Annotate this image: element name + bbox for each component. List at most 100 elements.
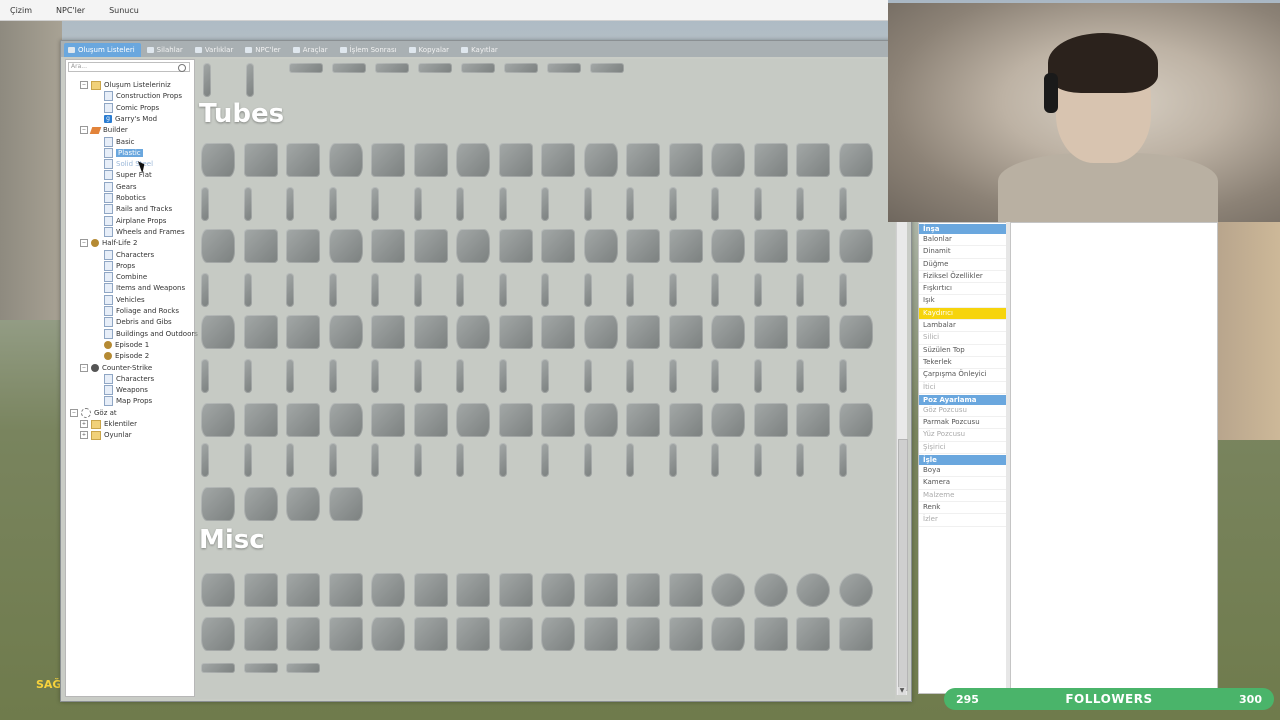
prop-thumbnail[interactable]	[201, 187, 209, 221]
collapse-icon[interactable]: −	[80, 126, 88, 135]
prop-thumbnail[interactable]	[838, 617, 873, 651]
collapse-icon[interactable]: −	[80, 81, 88, 89]
prop-thumbnail[interactable]	[328, 573, 363, 607]
prop-thumbnail[interactable]	[498, 573, 533, 607]
prop-thumbnail[interactable]	[711, 443, 719, 477]
tree-node[interactable]: − Builder	[80, 125, 128, 135]
prop-thumbnail[interactable]	[456, 403, 490, 437]
prop-thumbnail[interactable]	[203, 63, 211, 97]
prop-thumbnail[interactable]	[541, 273, 549, 307]
prop-thumbnail[interactable]	[498, 403, 533, 437]
prop-thumbnail[interactable]	[413, 187, 422, 221]
prop-thumbnail[interactable]	[328, 143, 363, 177]
prop-thumbnail[interactable]	[626, 573, 660, 607]
prop-thumbnail[interactable]	[456, 187, 464, 221]
tree-node[interactable]: Combine	[104, 272, 147, 283]
prop-thumbnail[interactable]	[668, 187, 677, 221]
tool-menu-item[interactable]: İtici	[919, 382, 1007, 394]
prop-thumbnail[interactable]	[626, 143, 660, 177]
prop-thumbnail[interactable]	[246, 63, 254, 97]
prop-thumbnail[interactable]	[668, 573, 703, 607]
prop-thumbnail[interactable]	[547, 63, 581, 73]
tool-category-header[interactable]: İnşa	[919, 224, 1007, 234]
prop-thumbnail[interactable]	[583, 229, 618, 263]
prop-thumbnail[interactable]	[413, 143, 448, 177]
tool-menu-item[interactable]: Kaydırıcı	[919, 307, 1007, 321]
prop-thumbnail[interactable]	[838, 229, 873, 263]
prop-thumbnail[interactable]	[243, 315, 278, 349]
prop-thumbnail[interactable]	[201, 359, 209, 393]
prop-thumbnail[interactable]	[413, 359, 422, 393]
prop-thumbnail[interactable]	[753, 617, 788, 651]
prop-thumbnail[interactable]	[201, 315, 235, 349]
prop-thumbnail[interactable]	[328, 403, 363, 437]
tool-menu-item[interactable]: Kamera	[919, 477, 1007, 490]
prop-thumbnail[interactable]	[838, 443, 847, 477]
tool-category-header[interactable]: Poz Ayarlama	[919, 394, 1007, 405]
prop-thumbnail[interactable]	[413, 273, 422, 307]
prop-thumbnail[interactable]	[838, 403, 873, 437]
prop-thumbnail[interactable]	[711, 143, 745, 177]
scroll-down-arrow-icon[interactable]: ▼	[898, 687, 906, 695]
prop-thumbnail[interactable]	[626, 617, 660, 651]
prop-thumbnail[interactable]	[328, 487, 363, 521]
prop-thumbnail[interactable]	[753, 403, 788, 437]
tree-node[interactable]: Map Props	[104, 396, 152, 407]
prop-thumbnail[interactable]	[753, 273, 762, 307]
prop-thumbnail[interactable]	[243, 187, 252, 221]
tool-menu-item[interactable]: Balonlar	[919, 234, 1007, 247]
prop-thumbnail[interactable]	[583, 359, 592, 393]
scrollbar-thumb[interactable]	[898, 439, 908, 691]
prop-thumbnail[interactable]	[286, 487, 320, 521]
tree-node[interactable]: + Oyunlar	[80, 430, 132, 440]
prop-thumbnail[interactable]	[838, 573, 873, 607]
prop-thumbnail[interactable]	[838, 315, 873, 349]
prop-thumbnail[interactable]	[328, 443, 337, 477]
prop-thumbnail[interactable]	[413, 573, 448, 607]
prop-thumbnail[interactable]	[583, 443, 592, 477]
prop-thumbnail[interactable]	[498, 443, 507, 477]
prop-thumbnail[interactable]	[711, 359, 719, 393]
prop-thumbnail[interactable]	[371, 403, 405, 437]
tool-menu-item[interactable]: Şişirici	[919, 442, 1007, 455]
prop-thumbnail[interactable]	[626, 359, 634, 393]
tool-menu-item[interactable]: Düğme	[919, 259, 1007, 271]
tool-menu-item[interactable]: İzler	[919, 514, 1007, 527]
prop-thumbnail[interactable]	[243, 273, 252, 307]
tab-item[interactable]: Silahlar	[143, 43, 189, 57]
tree-node[interactable]: Props	[104, 260, 135, 271]
tree-node[interactable]: Construction Props	[104, 91, 182, 102]
expand-icon[interactable]: +	[80, 431, 88, 440]
tree-node[interactable]: Characters	[104, 249, 154, 260]
prop-thumbnail[interactable]	[243, 617, 278, 651]
prop-thumbnail[interactable]	[201, 617, 235, 651]
prop-thumbnail[interactable]	[289, 63, 323, 73]
prop-thumbnail[interactable]	[413, 403, 448, 437]
prop-thumbnail[interactable]	[583, 187, 592, 221]
tool-menu-item[interactable]: Süzülen Top	[919, 345, 1007, 357]
tool-menu-item[interactable]: Dinamit	[919, 246, 1007, 259]
prop-thumbnail[interactable]	[753, 359, 762, 393]
prop-thumbnail[interactable]	[332, 63, 366, 73]
prop-thumbnail[interactable]	[201, 487, 235, 521]
prop-thumbnail[interactable]	[243, 403, 278, 437]
prop-thumbnail[interactable]	[626, 229, 660, 263]
prop-thumbnail[interactable]	[626, 443, 634, 477]
prop-thumbnail[interactable]	[668, 273, 677, 307]
prop-thumbnail[interactable]	[243, 143, 278, 177]
search-input[interactable]: Ara...	[68, 62, 190, 72]
prop-thumbnail[interactable]	[328, 187, 337, 221]
prop-thumbnail[interactable]	[456, 143, 490, 177]
prop-thumbnail[interactable]	[201, 573, 235, 607]
prop-thumbnail[interactable]	[711, 273, 719, 307]
tree-node[interactable]: Gears	[104, 181, 137, 192]
prop-thumbnail[interactable]	[456, 315, 490, 349]
prop-thumbnail[interactable]	[243, 663, 278, 673]
prop-thumbnail[interactable]	[413, 315, 448, 349]
tree-node[interactable]: g Garry's Mod	[104, 114, 157, 124]
tool-menu-item[interactable]: Boya	[919, 465, 1007, 478]
tree-node[interactable]: − Counter-Strike	[80, 363, 152, 373]
prop-thumbnail[interactable]	[541, 315, 575, 349]
prop-thumbnail[interactable]	[201, 403, 235, 437]
menu-item[interactable]: NPC'ler	[56, 6, 85, 15]
